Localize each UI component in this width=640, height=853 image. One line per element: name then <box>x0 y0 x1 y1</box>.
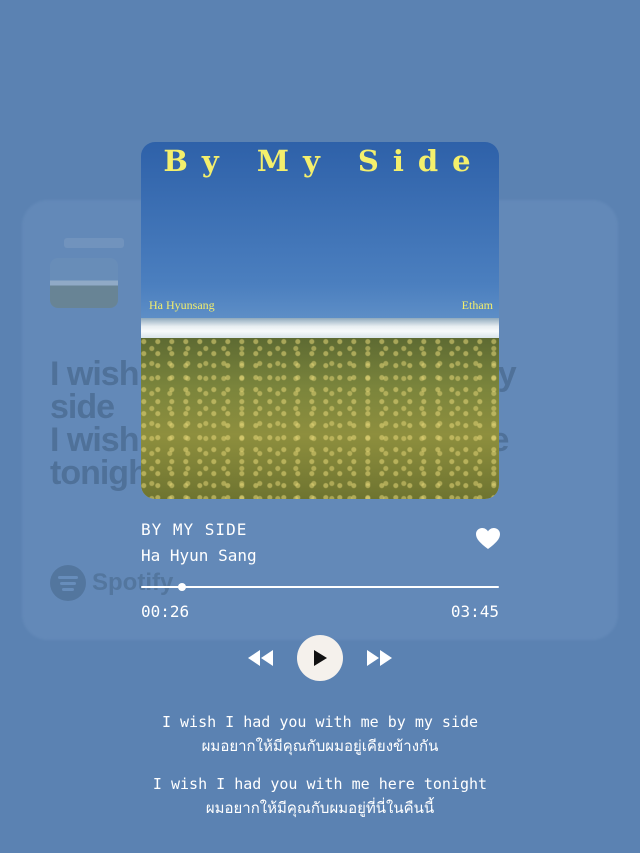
play-icon <box>314 650 327 666</box>
play-button[interactable] <box>297 635 343 681</box>
spotify-wordmark: Spotify <box>92 569 174 596</box>
track-artist: Ha Hyun Sang <box>141 546 257 565</box>
background-caption <box>64 238 124 248</box>
background-album-thumbnail <box>50 258 118 308</box>
current-time: 00:26 <box>141 602 190 621</box>
lyric-line-th: ผมอยากให้มีคุณกับผมอยู่ที่นี่ในคืนนี้ <box>205 799 435 817</box>
album-cover: By My Side Ha Hyunsang Etham <box>141 142 499 499</box>
cover-field <box>141 338 499 499</box>
cover-artist-right: Etham <box>461 298 493 312</box>
rewind-icon <box>248 650 273 666</box>
spotify-logo-icon <box>50 565 86 601</box>
total-time: 03:45 <box>450 602 499 621</box>
fast-forward-button[interactable] <box>364 648 394 668</box>
progress-bar[interactable] <box>141 583 499 591</box>
rewind-button[interactable] <box>246 648 276 668</box>
background-spotify-brand: Spotify <box>50 565 173 601</box>
cover-title: By My Side <box>163 144 485 178</box>
lyric-line-en: I wish I had you with me here tonight <box>152 775 488 793</box>
lyric-line-th: ผมอยากให้มีคุณกับผมอยู่เคียงข้างกัน <box>201 737 439 755</box>
lyric-line-en: I wish I had you with me by my side <box>161 713 479 731</box>
fast-forward-icon <box>367 650 392 666</box>
heart-icon[interactable] <box>476 528 500 550</box>
cover-artist-left: Ha Hyunsang <box>149 298 215 312</box>
track-title: BY MY SIDE <box>141 520 248 539</box>
lyrics: I wish I had you with me by my side ผมอย… <box>0 710 640 820</box>
